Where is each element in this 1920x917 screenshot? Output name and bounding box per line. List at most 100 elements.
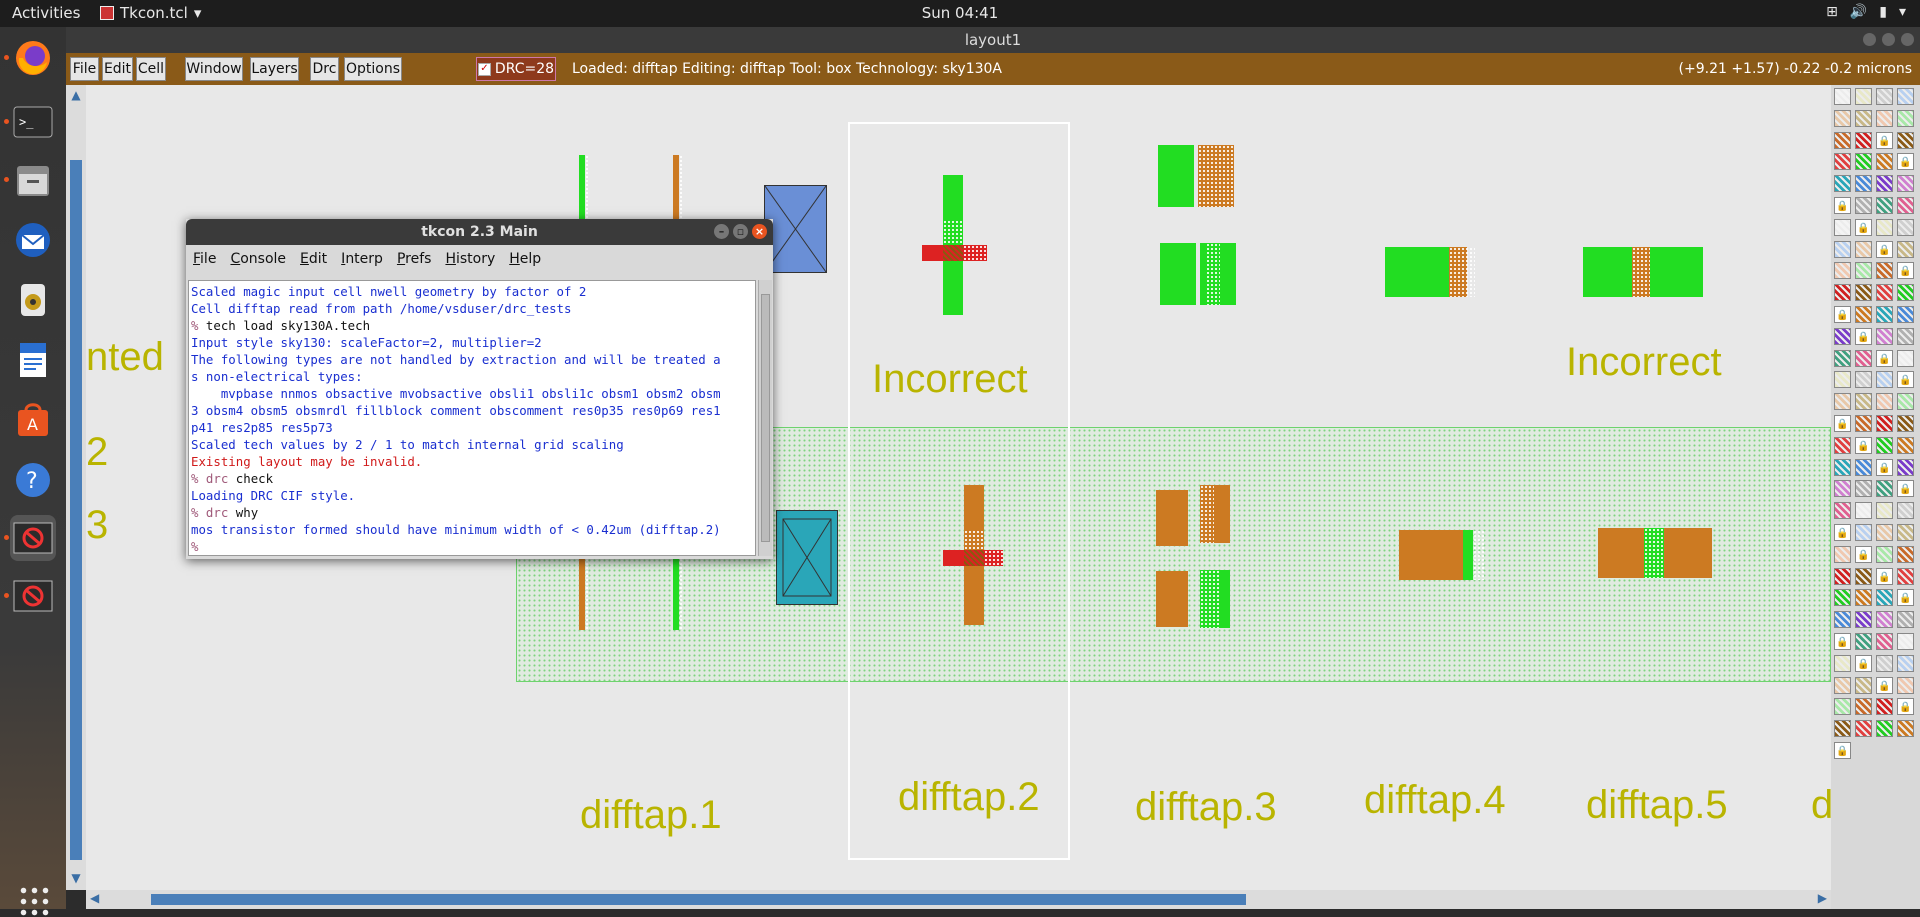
tk-menu-interp[interactable]: Interp bbox=[334, 245, 390, 273]
layer-swatch[interactable] bbox=[1897, 284, 1914, 302]
layer-swatch[interactable] bbox=[1834, 654, 1851, 672]
layer-swatch[interactable] bbox=[1834, 175, 1851, 193]
layer-swatch[interactable]: 🔒 bbox=[1855, 545, 1872, 563]
layer-swatch[interactable] bbox=[1855, 589, 1872, 607]
layer-swatch[interactable] bbox=[1855, 611, 1872, 629]
layer-swatch[interactable]: 🔒 bbox=[1855, 436, 1872, 454]
layer-swatch[interactable] bbox=[1834, 218, 1851, 236]
layer-swatch[interactable] bbox=[1855, 262, 1872, 280]
layer-swatch[interactable] bbox=[1834, 480, 1851, 498]
layer-swatch[interactable] bbox=[1834, 436, 1851, 454]
layer-swatch[interactable] bbox=[1855, 698, 1872, 716]
layer-swatch[interactable] bbox=[1855, 720, 1872, 738]
tk-menu-console[interactable]: Console bbox=[223, 245, 293, 273]
scrollbar-thumb[interactable] bbox=[151, 894, 1246, 905]
layer-swatch[interactable] bbox=[1897, 131, 1914, 149]
layer-swatch[interactable] bbox=[1855, 240, 1872, 258]
layer-swatch[interactable] bbox=[1897, 415, 1914, 432]
close-icon[interactable]: × bbox=[752, 224, 767, 239]
layer-swatch[interactable] bbox=[1897, 306, 1914, 323]
scroll-right-icon[interactable]: ▶ bbox=[1818, 891, 1827, 905]
system-tray[interactable]: ⊞ 🔊 ▮ ▾ bbox=[1826, 4, 1906, 20]
layer-swatch[interactable] bbox=[1855, 175, 1872, 193]
rhythmbox-launcher[interactable] bbox=[10, 277, 56, 323]
layer-swatch[interactable] bbox=[1834, 698, 1851, 716]
tk-app-launcher[interactable] bbox=[4, 515, 56, 561]
layer-swatch[interactable]: 🔒 bbox=[1834, 633, 1851, 650]
layer-swatch[interactable] bbox=[1834, 502, 1851, 520]
layer-swatch[interactable] bbox=[1834, 545, 1851, 563]
layer-swatch[interactable]: 🔒 bbox=[1834, 415, 1851, 432]
layer-swatch[interactable] bbox=[1876, 393, 1893, 411]
layer-swatch[interactable] bbox=[1876, 262, 1893, 280]
show-applications-icon[interactable] bbox=[18, 885, 50, 917]
clock[interactable]: Sun 04:41 bbox=[0, 4, 1920, 22]
menu-layers[interactable]: Layers bbox=[250, 57, 299, 81]
layer-swatch[interactable] bbox=[1876, 109, 1893, 127]
layer-swatch[interactable] bbox=[1855, 567, 1872, 585]
close-icon[interactable] bbox=[1901, 33, 1914, 46]
maximize-icon[interactable]: ▫ bbox=[733, 224, 748, 239]
tkcon-vertical-scrollbar[interactable] bbox=[758, 280, 772, 556]
layer-swatch[interactable] bbox=[1876, 611, 1893, 629]
writer-launcher[interactable] bbox=[10, 337, 56, 383]
layer-swatch[interactable] bbox=[1834, 240, 1851, 258]
layer-swatch[interactable]: 🔒 bbox=[1897, 589, 1914, 607]
scrollbar-thumb[interactable] bbox=[761, 294, 770, 542]
layer-swatch[interactable] bbox=[1876, 720, 1893, 738]
layer-swatch[interactable] bbox=[1897, 349, 1914, 367]
tk-menu-file[interactable]: File bbox=[186, 245, 223, 273]
thunderbird-launcher[interactable] bbox=[10, 217, 56, 263]
layer-swatch[interactable] bbox=[1876, 88, 1893, 105]
menu-drc[interactable]: Drc bbox=[310, 57, 339, 81]
tkcon-console-output[interactable]: Scaled magic input cell nwell geometry b… bbox=[188, 280, 756, 556]
tk-menu-edit[interactable]: Edit bbox=[293, 245, 334, 273]
layer-swatch[interactable] bbox=[1897, 654, 1914, 672]
layer-swatch[interactable] bbox=[1834, 393, 1851, 411]
layer-swatch[interactable] bbox=[1897, 676, 1914, 694]
layer-swatch[interactable] bbox=[1855, 524, 1872, 541]
layer-swatch[interactable] bbox=[1855, 109, 1872, 127]
layer-swatch[interactable] bbox=[1834, 262, 1851, 280]
maximize-icon[interactable] bbox=[1882, 33, 1895, 46]
app-menu[interactable]: Tkcon.tcl ▾ bbox=[100, 4, 201, 22]
layer-swatch[interactable] bbox=[1855, 393, 1872, 411]
layer-swatch[interactable] bbox=[1876, 415, 1893, 432]
layer-swatch[interactable] bbox=[1855, 153, 1872, 171]
software-launcher[interactable]: A bbox=[10, 397, 56, 443]
menu-edit[interactable]: Edit bbox=[102, 57, 133, 81]
layer-swatch[interactable]: 🔒 bbox=[1897, 698, 1914, 716]
layer-swatch[interactable] bbox=[1876, 589, 1893, 607]
layer-swatch[interactable] bbox=[1876, 306, 1893, 323]
layer-swatch[interactable] bbox=[1834, 349, 1851, 367]
layer-swatch[interactable] bbox=[1897, 240, 1914, 258]
layer-swatch[interactable]: 🔒 bbox=[1876, 567, 1893, 585]
layer-swatch[interactable] bbox=[1897, 611, 1914, 629]
layer-swatch[interactable] bbox=[1876, 524, 1893, 541]
layer-swatch[interactable] bbox=[1855, 633, 1872, 650]
menu-window[interactable]: Window bbox=[185, 57, 243, 81]
layer-swatch[interactable] bbox=[1897, 175, 1914, 193]
scroll-down-icon[interactable]: ▼ bbox=[68, 870, 84, 886]
layer-swatch[interactable] bbox=[1897, 436, 1914, 454]
layer-swatch[interactable] bbox=[1834, 720, 1851, 738]
layer-swatch[interactable]: 🔒 bbox=[1876, 131, 1893, 149]
layer-swatch[interactable] bbox=[1834, 611, 1851, 629]
layer-swatch[interactable] bbox=[1897, 218, 1914, 236]
layer-swatch[interactable] bbox=[1897, 197, 1914, 214]
layer-swatch[interactable] bbox=[1855, 131, 1872, 149]
help-launcher[interactable]: ? bbox=[10, 457, 56, 503]
layer-swatch[interactable] bbox=[1897, 327, 1914, 345]
layer-swatch[interactable] bbox=[1876, 502, 1893, 520]
layer-swatch[interactable]: 🔒 bbox=[1834, 197, 1851, 214]
layer-swatch[interactable] bbox=[1876, 545, 1893, 563]
layer-swatch[interactable] bbox=[1876, 284, 1893, 302]
layer-swatch[interactable]: 🔒 bbox=[1897, 480, 1914, 498]
layer-swatch[interactable] bbox=[1897, 633, 1914, 650]
layer-swatch[interactable]: 🔒 bbox=[1876, 240, 1893, 258]
layer-swatch[interactable] bbox=[1834, 88, 1851, 105]
layer-swatch[interactable]: 🔒 bbox=[1897, 262, 1914, 280]
scrollbar-thumb[interactable] bbox=[70, 160, 82, 860]
drc-toggle-button[interactable]: ✓ DRC=28 bbox=[476, 57, 556, 81]
menu-options[interactable]: Options bbox=[344, 57, 402, 81]
